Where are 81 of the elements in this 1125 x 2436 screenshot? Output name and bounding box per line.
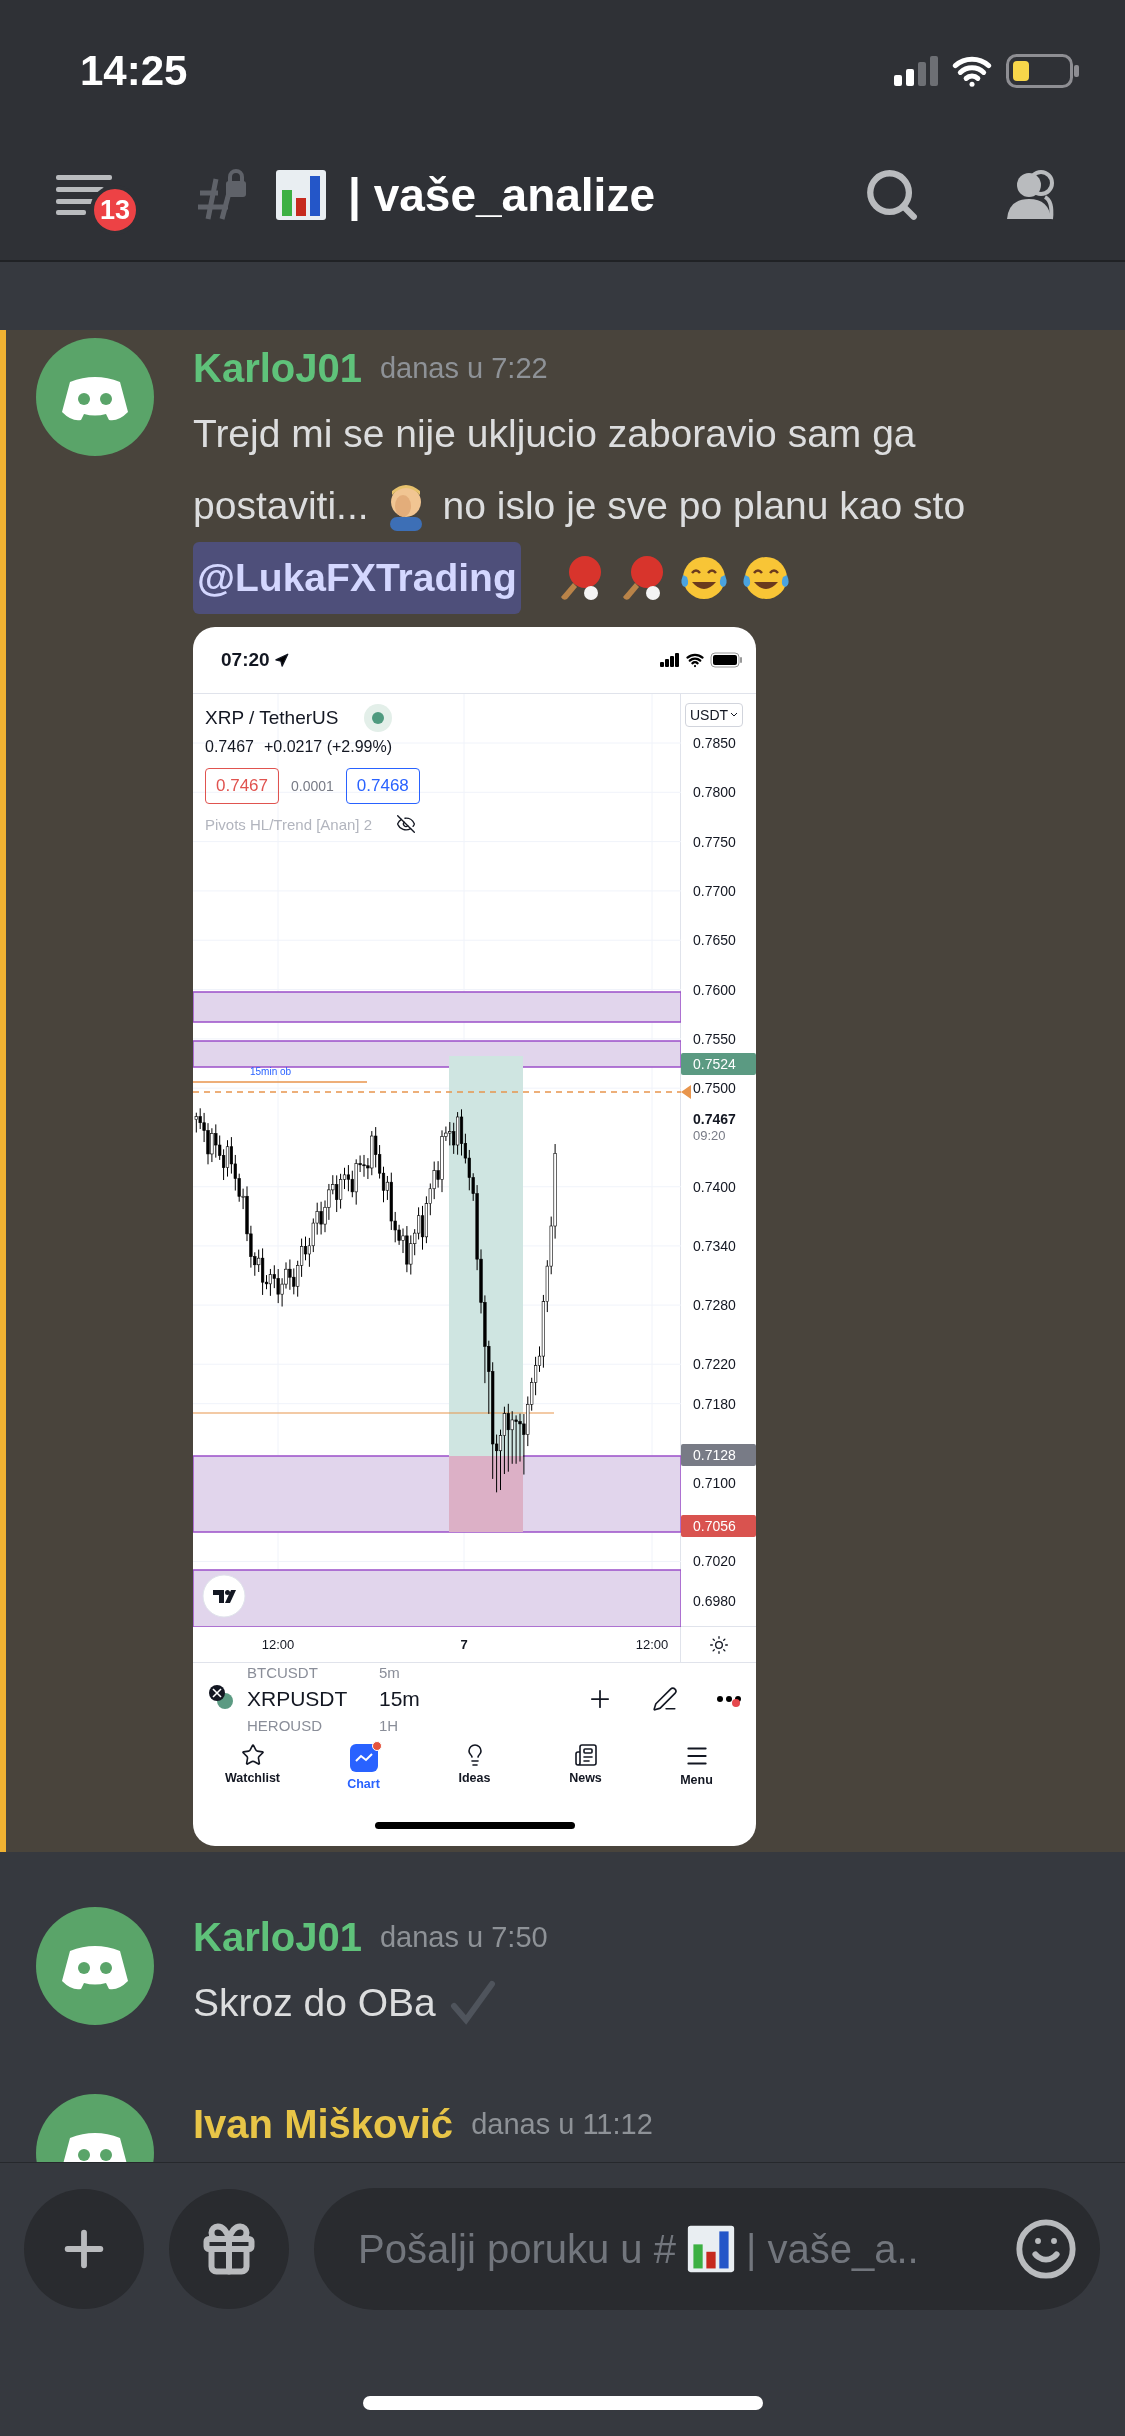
nav-tab[interactable]: Ideas [424,1743,525,1805]
nav-tab[interactable]: Watchlist [202,1743,303,1805]
bar-chart-icon [685,2224,736,2274]
nav-tab[interactable]: Menu [646,1743,747,1805]
countdown-label: 09:20 [693,1127,727,1144]
logo-icon [202,1574,246,1618]
status-time: 07:20 [221,649,289,671]
author-name[interactable]: KarloJ01 [193,1914,362,1960]
channel-name: | vaše_analize [348,168,655,222]
price-tick: 0.7550 [693,1030,736,1047]
eye-off-icon[interactable] [396,814,417,834]
user-mention[interactable]: @LukaFXTrading [193,542,521,614]
price-marker-icon [681,1085,691,1099]
price-tick: 0.6980 [693,1592,736,1609]
chart-icon [348,1743,379,1773]
price-tag: 0.7524 [681,1053,756,1076]
symbol-title: XRP / TetherUS [205,707,339,729]
pen-icon[interactable] [652,1686,678,1712]
price-tick: 0.7180 [693,1395,736,1412]
newspaper-icon [573,1743,598,1767]
last-price-label: 0.7467 [693,1109,736,1128]
price-tick: 0.7500 [693,1080,736,1097]
nav-tab[interactable]: News [535,1743,636,1805]
price-change: +0.0217 (+2.99%) [263,738,393,756]
coin-icon [207,1682,235,1711]
status-dot-icon [364,704,393,732]
placeholder-text: | vaše_a.. [745,2226,919,2272]
signal-icon [894,56,938,86]
symbol-option[interactable]: HEROUSD 1H [207,1716,586,1735]
settings-icon[interactable] [708,1634,729,1655]
placeholder-text: Pošalji poruku u # [358,2226,676,2272]
price-tick: 0.7020 [693,1553,736,1570]
price-tick: 0.7220 [693,1356,736,1373]
location-arrow-icon [273,652,289,668]
wifi-icon [686,651,704,669]
price-tag: 0.7128 [681,1443,756,1466]
message-time: danas u 7:22 [380,351,548,385]
time-tick: 12:00 [635,1637,669,1652]
sell-button[interactable]: 0.7467 [205,768,279,804]
message-time: danas u 11:12 [471,2107,653,2141]
symbol-option[interactable]: BTCUSDT 5m [207,1663,586,1682]
message-text: no islo je sve po planu kao sto [442,483,966,529]
author-name[interactable]: Ivan Mišković [193,2101,454,2147]
battery-icon [1006,54,1080,88]
price-tick: 0.7400 [693,1178,736,1195]
time-tick: 7 [460,1637,468,1652]
price-tick: 0.7800 [693,784,736,801]
emoji-icon[interactable] [1014,2217,1078,2281]
price-tick: 0.7750 [693,833,736,850]
status-time: 14:25 [80,48,188,94]
author-name[interactable]: KarloJ01 [193,345,362,391]
zone-label: 15min ob [250,1066,292,1077]
message-text: postaviti... [193,483,369,529]
buy-button[interactable]: 0.7468 [345,768,420,804]
more-icon[interactable] [716,1695,742,1703]
bar-chart-icon [274,168,328,222]
last-price: 0.7467 [205,738,254,756]
battery-icon [710,652,744,668]
message-text: Skroz do OBa [193,1980,436,2026]
price-tick: 0.7600 [693,981,736,998]
message-time: danas u 7:50 [380,1920,548,1954]
locked-channel-icon [196,169,248,221]
chevron-down-icon [730,712,739,718]
indicator-label: Pivots HL/Trend [Anan] 2 [205,815,373,833]
message-text: Trejd mi se nije ukljucio zaboravio sam ga [193,411,916,457]
price-tick: 0.7340 [693,1237,736,1254]
price-tag: 0.7056 [681,1514,756,1537]
price-tick: 0.7850 [693,735,736,751]
notification-dot [732,1699,740,1707]
symbol-option[interactable]: XRPUSDT 15m [207,1682,586,1716]
price-tick: 0.7280 [693,1297,736,1314]
time-tick: 12:00 [261,1637,295,1652]
nav-tab[interactable]: Chart [313,1743,414,1805]
message-field[interactable]: Pošalji poruku u # | vaše_a.. [314,2188,1100,2310]
spread-value: 0.0001 [291,778,334,794]
price-tick: 0.7650 [693,932,736,949]
price-tick: 0.7100 [693,1474,736,1491]
signal-icon [660,653,680,667]
price-tick: 0.7700 [693,882,736,899]
currency-dropdown[interactable]: USDT [685,703,744,727]
star-icon [240,1743,265,1767]
